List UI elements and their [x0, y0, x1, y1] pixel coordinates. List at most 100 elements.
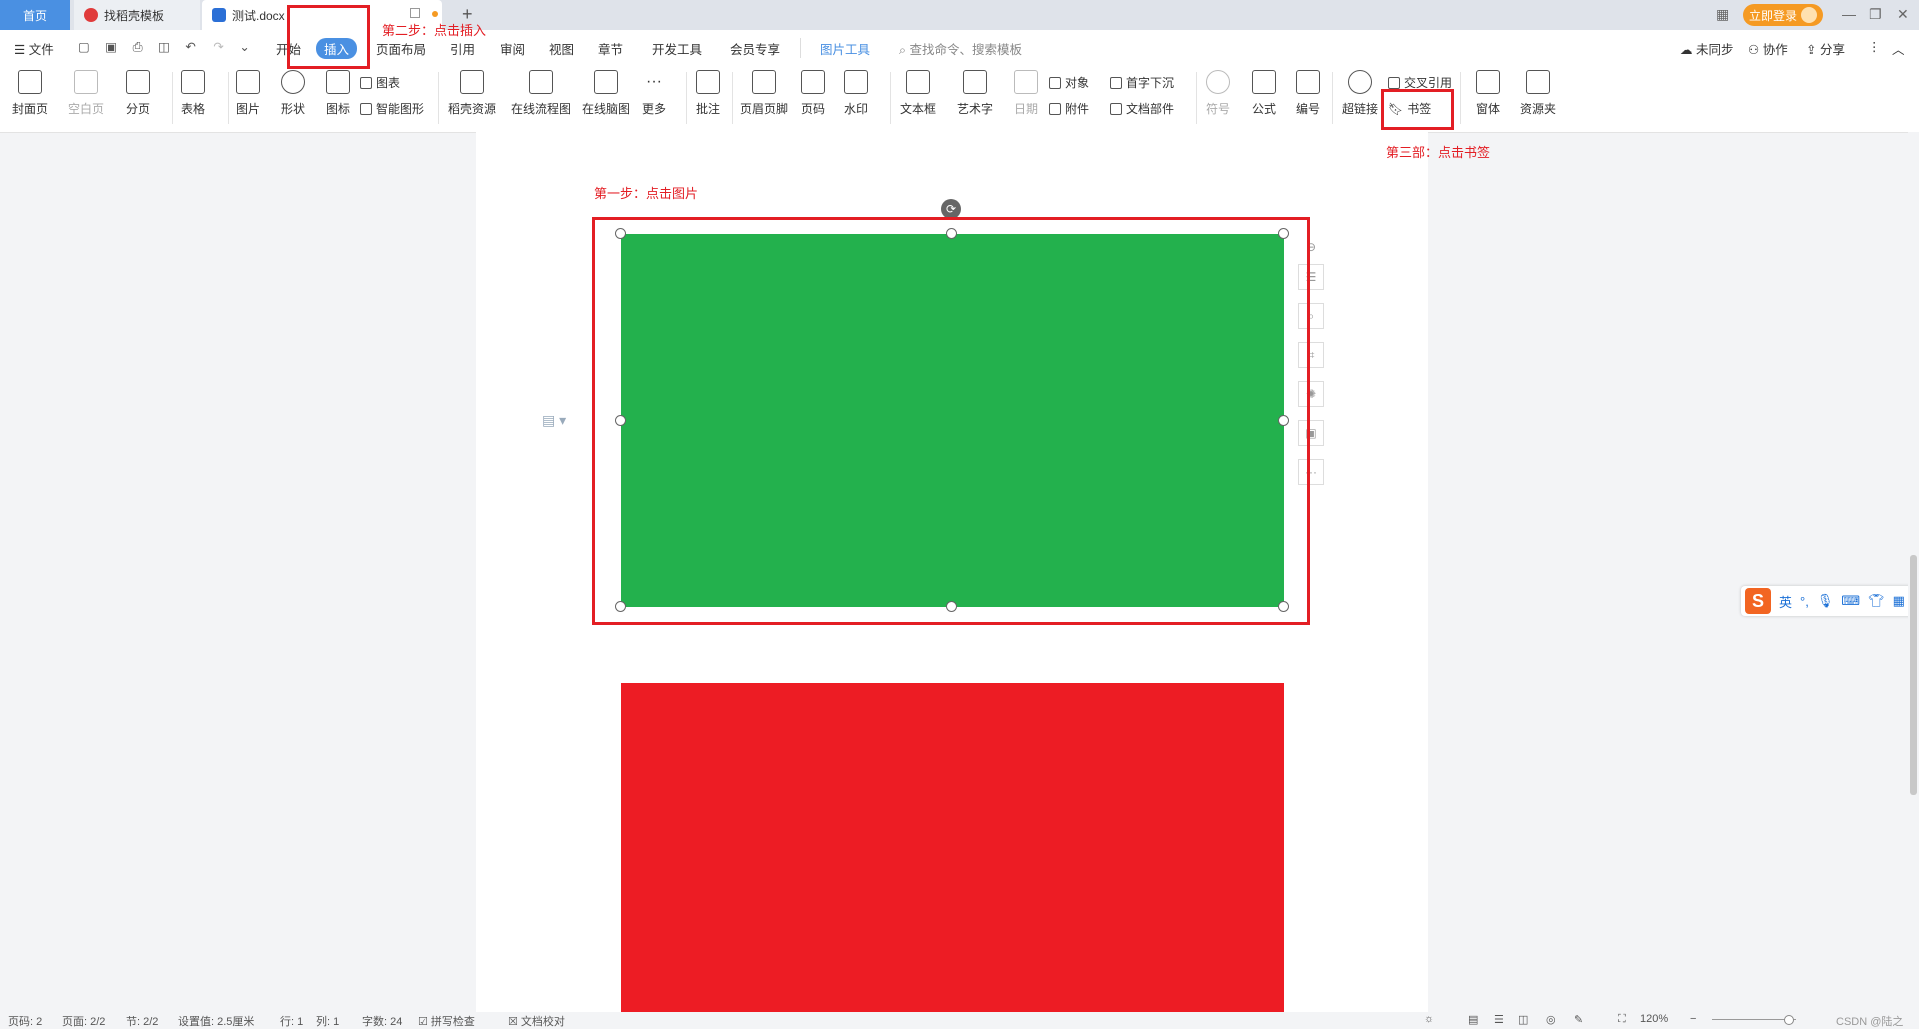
numbering-button[interactable]: 编号	[1296, 70, 1320, 117]
tab-docer-templates[interactable]: 找稻壳模板	[74, 0, 200, 30]
undo-icon[interactable]: ↶	[185, 40, 195, 54]
punctuation-icon[interactable]: °,	[1800, 594, 1809, 609]
resources-label: 资源夹	[1520, 102, 1557, 116]
view-outline-icon[interactable]: ☰	[1494, 1013, 1504, 1026]
command-search[interactable]: ⌕ 查找命令、搜索模板	[899, 39, 1022, 58]
proofread-icon: ☒	[508, 1016, 521, 1028]
menu-view[interactable]: 视图	[549, 39, 574, 58]
menu-picture-tools[interactable]: 图片工具	[820, 39, 870, 58]
object-label: 对象	[1065, 76, 1090, 90]
redo-icon[interactable]: ↷	[213, 40, 223, 54]
header-footer-button[interactable]: 页眉页脚	[740, 70, 788, 117]
watermark-button[interactable]: 水印	[844, 70, 868, 117]
resources-button[interactable]: 资源夹	[1520, 70, 1556, 117]
hyperlink-button[interactable]: 超链接	[1342, 70, 1378, 117]
skin-shirt-icon[interactable]: 👕︎	[1868, 593, 1885, 609]
more-button[interactable]: ··· 更多	[642, 70, 666, 117]
smartart-button[interactable]: 智能图形	[360, 100, 424, 117]
file-menu[interactable]: ☰ 文件	[14, 39, 54, 58]
attachment-button[interactable]: 附件	[1049, 100, 1089, 117]
keyboard-icon[interactable]: ⌨	[1841, 593, 1860, 609]
formula-label: 公式	[1252, 102, 1277, 116]
microphone-icon[interactable]: 🎙︎	[1817, 593, 1834, 609]
collapse-ribbon-icon[interactable]: ︿	[1892, 39, 1905, 58]
wordart-button[interactable]: 艺术字	[957, 70, 993, 117]
menu-review[interactable]: 审阅	[500, 39, 525, 58]
docer-resources-button[interactable]: 稻壳资源	[448, 70, 496, 117]
docparts-icon	[1110, 102, 1122, 115]
form-button[interactable]: 窗体	[1476, 70, 1500, 117]
proofread-label: 文档校对	[520, 1016, 565, 1028]
minimize-icon[interactable]: —	[1842, 6, 1856, 22]
formula-button[interactable]: 公式	[1252, 70, 1276, 117]
restore-tab-icon[interactable]	[410, 8, 420, 18]
symbol-button[interactable]: 符号	[1206, 70, 1230, 117]
formula-icon	[1252, 70, 1276, 94]
share-button[interactable]: ⇪ 分享	[1806, 39, 1845, 58]
docer-resources-label: 稻壳资源	[448, 102, 497, 116]
zoom-slider-thumb[interactable]	[1784, 1015, 1794, 1025]
docparts-button[interactable]: 文档部件	[1110, 100, 1174, 117]
menu-developer[interactable]: 开发工具	[652, 39, 702, 58]
close-window-icon[interactable]: ✕	[1897, 6, 1909, 23]
save-icon[interactable]: ▢	[78, 40, 90, 54]
icons-button[interactable]: 图标	[326, 70, 350, 117]
dropcap-button[interactable]: 首字下沉	[1110, 74, 1174, 91]
page-number-icon	[801, 70, 825, 94]
picture-button[interactable]: 图片	[236, 70, 260, 117]
icons-icon	[326, 70, 350, 94]
annotation-step2: 第二步：点击插入	[382, 23, 487, 38]
collab-button[interactable]: ⚇ 协作	[1748, 39, 1788, 58]
tab-home[interactable]: 首页	[0, 0, 70, 30]
menu-references[interactable]: 引用	[450, 39, 475, 58]
page-break-button[interactable]: 分页	[126, 70, 150, 117]
red-image[interactable]	[621, 683, 1284, 1012]
mindmap-icon	[594, 70, 618, 94]
view-page-icon[interactable]: ▤	[1468, 1013, 1478, 1026]
layout-options-icon[interactable]: ▤ ▾	[542, 412, 566, 429]
object-button[interactable]: 对象	[1049, 74, 1089, 91]
textbox-icon	[906, 70, 930, 94]
flowchart-button[interactable]: 在线流程图	[511, 70, 571, 117]
comment-button[interactable]: 批注	[696, 70, 720, 117]
eye-protect-icon[interactable]: ☼	[1424, 1013, 1434, 1025]
header-footer-icon	[752, 70, 776, 94]
ime-mode[interactable]: 英	[1779, 592, 1792, 611]
chart-button[interactable]: 图表	[360, 74, 400, 91]
menu-page-layout[interactable]: 页面布局	[376, 39, 426, 58]
print-preview-icon[interactable]: ◫	[158, 40, 170, 54]
mindmap-button[interactable]: 在线脑图	[582, 70, 630, 117]
menu-chapter[interactable]: 章节	[598, 39, 623, 58]
ime-toolbar[interactable]: S 英 °, 🎙︎ ⌨ 👕︎ ▦	[1741, 586, 1919, 616]
scrollbar-thumb[interactable]	[1910, 555, 1917, 795]
more-options-icon[interactable]: ⋮	[1868, 39, 1881, 54]
login-button[interactable]: 立即登录	[1743, 4, 1823, 26]
grid-apps-icon[interactable]: ▦	[1716, 6, 1729, 23]
fit-page-icon[interactable]: ⛶	[1618, 1013, 1626, 1026]
table-button[interactable]: 表格	[181, 70, 205, 117]
customize-dropdown-icon[interactable]: ⌄	[239, 40, 249, 54]
toolbox-grid-icon[interactable]: ▦	[1893, 593, 1905, 609]
cover-page-button[interactable]: 封面页	[12, 70, 48, 117]
highlight-insert-box	[287, 5, 370, 69]
calendar-icon	[1014, 70, 1038, 94]
view-web-icon[interactable]: ◎	[1546, 1013, 1556, 1026]
hyperlink-label: 超链接	[1342, 102, 1379, 116]
shape-button[interactable]: 形状	[281, 70, 305, 117]
sync-status[interactable]: ☁ 未同步	[1680, 39, 1734, 58]
zoom-level[interactable]: 120%	[1640, 1013, 1668, 1025]
rotate-handle-icon[interactable]: ⟳	[941, 199, 961, 219]
print-icon[interactable]: ⎙	[133, 40, 143, 54]
highlight-picture-box	[592, 217, 1310, 625]
blank-page-button[interactable]: 空白页	[68, 70, 104, 117]
zoom-out-icon[interactable]: −	[1690, 1013, 1696, 1025]
pen-icon[interactable]: ✎	[1574, 1013, 1583, 1026]
export-pdf-icon[interactable]: ▣	[105, 40, 117, 54]
restore-window-icon[interactable]: ❐	[1869, 6, 1882, 23]
menu-member[interactable]: 会员专享	[730, 39, 780, 58]
search-icon: ⌕	[899, 43, 910, 57]
textbox-button[interactable]: 文本框	[900, 70, 936, 117]
view-read-icon[interactable]: ◫	[1518, 1013, 1528, 1026]
date-button[interactable]: 日期	[1014, 70, 1038, 117]
page-number-button[interactable]: 页码	[801, 70, 825, 117]
